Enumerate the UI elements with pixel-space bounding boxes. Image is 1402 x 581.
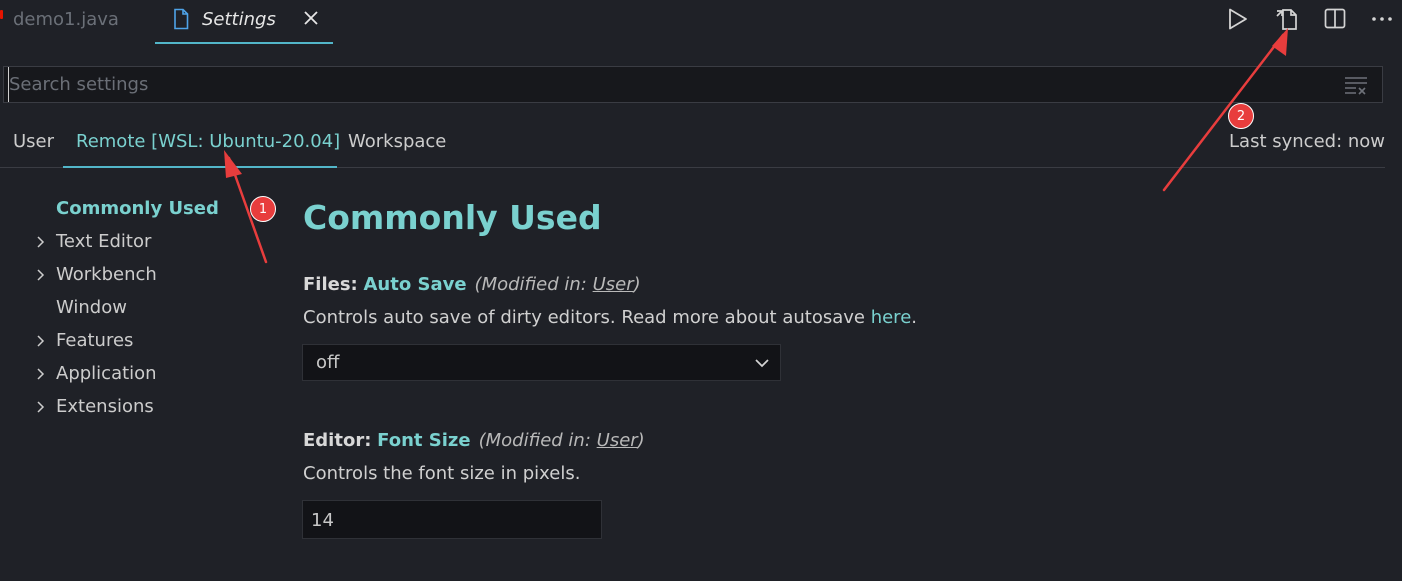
more-actions-icon[interactable]	[1369, 6, 1395, 32]
split-editor-icon[interactable]	[1322, 6, 1348, 32]
setting-title-auto-save: Files: Auto Save (Modified in: User)	[303, 274, 641, 295]
font-size-input[interactable]: 14	[302, 500, 602, 539]
scope-tab-remote[interactable]: Remote [WSL: Ubuntu-20.04]	[76, 131, 340, 152]
setting-category: Editor:	[303, 430, 372, 451]
autosave-here-link[interactable]: here	[871, 307, 912, 328]
modified-suffix: )	[637, 430, 645, 451]
section-title: Commonly Used	[303, 198, 602, 237]
chevron-right-icon[interactable]	[34, 334, 48, 348]
chevron-right-icon[interactable]	[34, 268, 48, 282]
setting-description-font-size: Controls the font size in pixels.	[303, 463, 581, 484]
active-scope-underline	[63, 166, 337, 168]
annotation-badge-2: 2	[1228, 103, 1254, 129]
setting-name: Auto Save	[363, 274, 467, 295]
setting-title-font-size: Editor: Font Size (Modified in: User)	[303, 430, 645, 451]
modified-prefix: (Modified in:	[478, 430, 591, 451]
error-indicator	[0, 10, 3, 19]
modified-suffix: )	[633, 274, 641, 295]
tab-settings[interactable]: Settings	[155, 0, 333, 44]
sync-status: Last synced: now	[1229, 131, 1385, 152]
close-icon[interactable]	[301, 8, 321, 32]
modified-indicator: (Modified in: User)	[475, 274, 641, 295]
setting-name: Font Size	[377, 430, 471, 451]
search-settings-input[interactable]	[8, 67, 1329, 102]
setting-description-auto-save: Controls auto save of dirty editors. Rea…	[303, 307, 917, 328]
input-value: 14	[311, 510, 334, 531]
modified-prefix: (Modified in:	[474, 274, 587, 295]
toc-item-window[interactable]: Window	[56, 297, 127, 318]
setting-category: Files:	[303, 274, 358, 295]
auto-save-select[interactable]: off	[302, 344, 781, 381]
tab-label: Settings	[202, 9, 276, 30]
toc-item-text-editor[interactable]: Text Editor	[56, 231, 151, 252]
file-icon	[173, 8, 189, 34]
editor-tab-bar: demo1.java Settings	[0, 0, 1402, 44]
description-suffix: .	[911, 307, 917, 328]
chevron-right-icon[interactable]	[34, 235, 48, 249]
modified-in-user-link[interactable]: User	[597, 430, 638, 451]
chevron-right-icon[interactable]	[34, 400, 48, 414]
modified-in-user-link[interactable]: User	[593, 274, 634, 295]
toc-item-application[interactable]: Application	[56, 363, 157, 384]
run-icon[interactable]	[1225, 6, 1251, 32]
search-settings-box	[3, 66, 1383, 103]
toc-item-extensions[interactable]: Extensions	[56, 396, 154, 417]
tab-demo1-java[interactable]: demo1.java	[0, 0, 150, 40]
tab-label: demo1.java	[13, 9, 119, 30]
clear-filter-icon[interactable]	[1343, 74, 1369, 100]
toc-item-features[interactable]: Features	[56, 330, 133, 351]
toc-item-workbench[interactable]: Workbench	[56, 264, 157, 285]
modified-indicator: (Modified in: User)	[479, 430, 645, 451]
open-settings-json-icon[interactable]	[1274, 6, 1300, 32]
chevron-down-icon	[753, 355, 771, 375]
chevron-right-icon[interactable]	[34, 367, 48, 381]
toc-item-commonly-used[interactable]: Commonly Used	[56, 198, 219, 219]
annotation-badge-1: 1	[250, 196, 276, 222]
scope-tab-workspace[interactable]: Workspace	[348, 131, 446, 152]
scope-tab-user[interactable]: User	[13, 131, 54, 152]
select-value: off	[316, 352, 340, 373]
description-text: Controls auto save of dirty editors. Rea…	[303, 307, 871, 328]
